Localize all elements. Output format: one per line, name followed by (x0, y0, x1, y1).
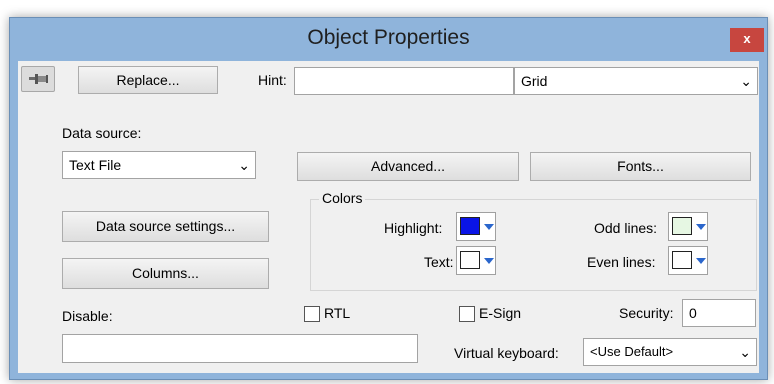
title-bar[interactable]: Object Properties x (10, 18, 767, 60)
data-source-value: Text File (69, 157, 122, 173)
hint-label: Hint: (258, 72, 287, 88)
security-input[interactable]: 0 (682, 299, 756, 327)
even-lines-label: Even lines: (587, 254, 656, 270)
dialog-title: Object Properties (307, 26, 470, 49)
dialog-body: Replace... Hint: Grid ⌄ Data source: Tex… (18, 61, 759, 373)
chevron-down-icon: ⌄ (238, 157, 250, 173)
fonts-button[interactable]: Fonts... (530, 152, 751, 181)
data-source-settings-button[interactable]: Data source settings... (62, 211, 269, 242)
text-color-swatch (460, 251, 480, 269)
close-button[interactable]: x (730, 28, 764, 52)
text-color-label: Text: (424, 254, 454, 270)
hint-input[interactable] (294, 67, 514, 95)
object-properties-dialog: Object Properties x Replace... Hint: Gri… (9, 17, 768, 380)
virtual-keyboard-value: <Use Default> (590, 344, 674, 359)
columns-button[interactable]: Columns... (62, 258, 269, 289)
object-type-value: Grid (521, 73, 548, 89)
chevron-down-icon: ⌄ (739, 344, 751, 360)
data-source-select[interactable]: Text File ⌄ (62, 151, 256, 179)
data-source-label: Data source: (62, 125, 142, 141)
dropdown-arrow-icon (696, 258, 706, 264)
highlight-color-swatch (460, 217, 480, 235)
odd-lines-color-picker[interactable] (668, 212, 708, 241)
odd-lines-color-swatch (672, 217, 692, 235)
highlight-label: Highlight: (384, 220, 443, 236)
highlight-color-picker[interactable] (456, 212, 496, 241)
disable-label: Disable: (62, 308, 113, 324)
advanced-button[interactable]: Advanced... (297, 152, 519, 181)
virtual-keyboard-select[interactable]: <Use Default> ⌄ (583, 338, 757, 366)
dropdown-arrow-icon (484, 258, 494, 264)
rtl-checkbox[interactable] (304, 306, 320, 322)
disable-input[interactable] (62, 334, 418, 363)
dropdown-arrow-icon (484, 224, 494, 230)
text-color-picker[interactable] (456, 246, 496, 275)
rtl-label: RTL (324, 305, 351, 321)
chevron-down-icon: ⌄ (740, 73, 752, 89)
odd-lines-label: Odd lines: (594, 220, 658, 236)
pin-icon (28, 72, 50, 89)
esign-checkbox[interactable] (459, 306, 475, 322)
pin-button[interactable] (21, 66, 55, 92)
esign-label: E-Sign (479, 305, 522, 321)
even-lines-color-picker[interactable] (668, 246, 708, 275)
security-label: Security: (619, 305, 674, 321)
object-type-select[interactable]: Grid ⌄ (514, 67, 758, 95)
dropdown-arrow-icon (696, 224, 706, 230)
replace-button[interactable]: Replace... (78, 66, 218, 94)
virtual-keyboard-label: Virtual keyboard: (454, 345, 559, 361)
colors-group-title: Colors (319, 190, 366, 206)
even-lines-color-swatch (672, 251, 692, 269)
